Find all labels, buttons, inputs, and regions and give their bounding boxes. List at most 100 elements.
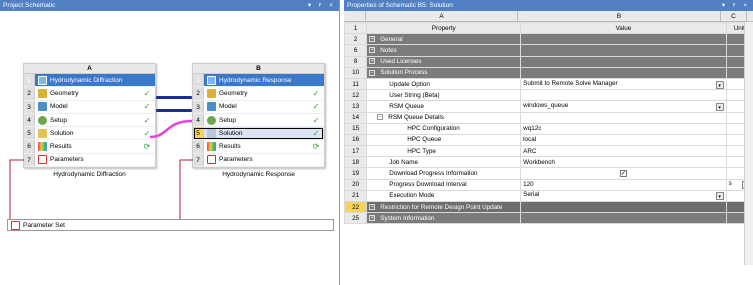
system-a-title-row[interactable]: 1 Hydrodynamic Diffraction [24,74,155,88]
cell-setup[interactable]: 4 Setup ✓ [24,113,155,128]
property-row[interactable]: 13 RSM Queue windows_queue ▾ [343,100,753,113]
dropdown-arrow-icon[interactable]: ▾ [715,80,724,89]
project-schematic-titlebar: Project Schematic ▾ ᵖ × [0,0,339,11]
system-b[interactable]: B 1 Hydrodynamic Response 2 Geometry ✓ 3… [192,63,325,169]
cell-label: Solution [219,129,243,137]
property-row[interactable]: 11 Update Option Submit to Remote Solve Ma… [343,77,753,91]
row-number: 16 [343,133,368,147]
parameter-set-label: Parameter Set [23,221,65,229]
property-label: HPC Queue [407,136,442,144]
parameter-set-icon [11,220,20,230]
row-number: 1 [24,74,35,87]
property-value[interactable]: ARC [520,145,727,158]
vertical-scrollbar[interactable] [744,22,753,265]
model-icon [207,102,216,112]
dropdown-arrow-icon[interactable]: ▾ [715,102,724,111]
expand-icon[interactable]: + [369,215,376,222]
status-check-icon: ✓ [312,102,320,112]
solution-icon [207,128,216,138]
property-label: Execution Mode [389,192,435,200]
property-row[interactable]: 8 + Used Licenses [343,55,753,68]
property-value[interactable]: Workbench [520,156,727,169]
column-letters: A B C [344,11,753,22]
property-value[interactable]: 120 [520,178,727,191]
cell-solution[interactable]: 5 Solution ✓ [24,127,155,141]
property-row[interactable]: 6 + Notes [343,44,753,57]
row-number: 11 [343,77,368,91]
collapse-icon[interactable]: − [377,114,384,121]
value-text: ARC [523,147,537,155]
solution-setup-link[interactable] [148,115,194,141]
property-row[interactable]: 17 HPC Type ARC [343,145,753,158]
property-row[interactable]: 12 User String (Beta) [343,89,753,102]
property-label: Job Name [389,158,418,166]
property-row[interactable]: 21 Execution Mode Serial ▾ [343,189,753,203]
property-label: RSM Queue [389,102,424,110]
property-value[interactable]: wq12c [520,122,727,135]
property-name: Download Progress Information [366,167,522,180]
model-link[interactable] [156,109,192,112]
property-label: Notes [380,46,397,54]
property-row[interactable]: 25 + System Information [343,212,753,225]
property-row[interactable]: 10− Solution Process [343,66,753,79]
property-label: Solution Process [380,69,428,77]
value-text: local [523,136,537,144]
row-number: 18 [343,156,368,169]
expand-icon[interactable]: + [369,58,376,65]
cell-label: Setup [219,116,236,124]
cell-results[interactable]: 6 Results ⟳ [193,140,324,154]
row-number: 2 [343,33,368,46]
property-row[interactable]: 2 + General [343,33,753,46]
parameter-set-bar[interactable]: Parameter Set [7,219,334,231]
property-name: Progress Download Interval [366,178,522,191]
cell-label: Results [219,143,241,151]
checkbox[interactable]: ✓ [619,170,627,178]
property-row[interactable]: 16 HPC Queue local [343,133,753,147]
property-value[interactable]: Serial ▾ [520,189,727,203]
row-number: 20 [343,178,368,191]
system-b-caption[interactable]: Hydrodynamic Response [192,171,325,178]
property-label: Download Progress Information [389,170,478,178]
cell-solution-selected[interactable]: 5 Solution ✓ [193,127,324,141]
property-row[interactable]: 22 + Restriction for Remote Design Point U… [343,200,753,214]
property-value[interactable]: windows_queue ▾ [520,100,727,113]
property-row[interactable]: 14− RSM Queue Details [343,111,753,124]
cell-model[interactable]: 3 Model ✓ [24,100,155,114]
expand-icon[interactable]: + [369,47,376,54]
row-number: 19 [343,167,368,180]
system-b-title-row[interactable]: 1 Hydrodynamic Response [193,74,324,88]
col-a: A [366,11,518,21]
cell-geometry[interactable]: 2 Geometry ✓ [24,87,155,101]
geometry-link[interactable] [156,96,192,99]
property-name: Execution Mode [366,189,522,203]
property-name: Job Name [366,156,522,169]
property-row[interactable]: 18 Job Name Workbench [343,156,753,169]
expand-icon[interactable]: + [369,203,376,210]
property-value[interactable] [520,89,727,102]
panel-window-buttons[interactable]: ▾ ᵖ × [308,0,336,11]
project-schematic-panel: Project Schematic ▾ ᵖ × A 1 Hydrodynamic… [0,0,340,285]
dropdown-arrow-icon[interactable]: ▾ [715,192,724,201]
collapse-icon[interactable]: − [369,69,376,76]
panel-window-buttons[interactable]: ▾ ᵖ × [722,0,750,11]
row-number: 3 [193,100,204,113]
cell-model[interactable]: 3 Model ✓ [193,100,324,114]
property-row[interactable]: 15 HPC Configuration wq12c [343,122,753,135]
cell-setup[interactable]: 4 Setup ✓ [193,113,324,128]
row-number: 1 [193,74,204,87]
property-row[interactable]: 20Progress Download Interval120s▾ [343,178,753,191]
results-icon [207,142,216,152]
header-property: Property [366,21,522,35]
system-name: Hydrodynamic Diffraction [50,76,123,84]
property-value[interactable]: local [520,133,727,147]
expand-icon[interactable]: + [369,36,376,43]
properties-table: 1 Property Value Unit 2 + General 6 + Notes 8 +… [343,21,753,225]
col-corner [344,11,366,21]
cell-parameters[interactable]: 7 Parameters [193,153,324,168]
property-row[interactable]: 19 Download Progress Information ✓ [343,167,753,180]
cell-geometry[interactable]: 2 Geometry ✓ [193,87,324,101]
solution-icon [38,128,47,138]
property-value[interactable]: ✓ [520,167,727,180]
property-value[interactable]: Submit to Remote Solve Manager ▾ [520,77,727,91]
row-number: 8 [343,55,368,68]
